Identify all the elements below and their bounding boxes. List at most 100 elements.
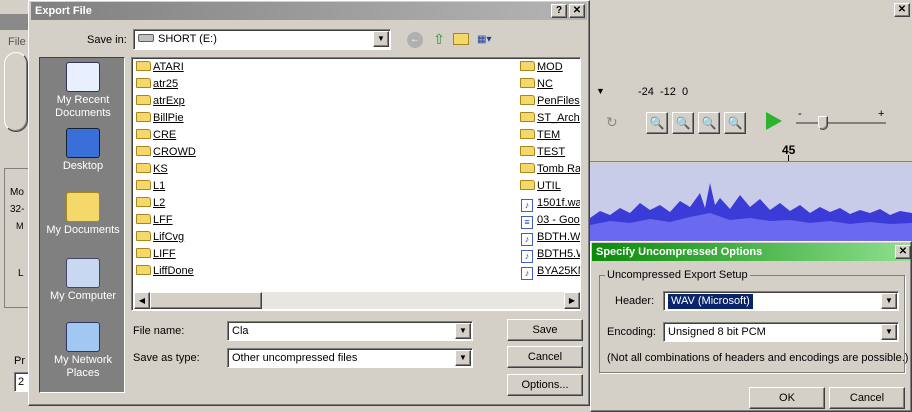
file-list-item-name: TEM: [537, 129, 561, 141]
file-list-item-name: ATARI: [153, 61, 184, 73]
folder-icon: [136, 146, 151, 156]
file-list-item-name: 03 - Goo: [537, 214, 580, 226]
encoding-select[interactable]: Unsigned 8 bit PCM ▼: [663, 322, 899, 342]
place-my-documents[interactable]: My Documents: [40, 192, 126, 237]
up-folder-icon[interactable]: ⇧: [431, 31, 447, 47]
file-list-item-name: atrExp: [153, 95, 185, 107]
file-list-item[interactable]: KS: [134, 161, 314, 178]
app-close-button[interactable]: ✕: [894, 3, 910, 17]
folder-icon: [136, 265, 151, 275]
redo-icon[interactable]: ↻: [606, 114, 618, 131]
file-list-item-name: CRE: [153, 129, 177, 141]
zoom-fit-icon[interactable]: 🔍: [698, 112, 720, 134]
track-info-text: M: [16, 221, 24, 231]
file-list-item[interactable]: ≡ 03 - Goo: [518, 212, 580, 229]
audio-file-icon: ♪: [521, 267, 533, 280]
file-list-item[interactable]: ATARI: [134, 59, 314, 76]
save-as-type-select[interactable]: Other uncompressed files ▼: [227, 348, 473, 368]
uncompressed-cancel-button[interactable]: Cancel: [829, 387, 905, 409]
ok-button[interactable]: OK: [749, 387, 825, 409]
file-list-item[interactable]: ♪ BDTH5.W: [518, 246, 580, 263]
file-list-item[interactable]: TEST: [518, 144, 580, 161]
horizontal-scrollbar[interactable]: ◀ ▶: [134, 292, 580, 309]
waveform: [590, 183, 912, 243]
file-list-item[interactable]: LFF: [134, 212, 314, 229]
timeline-ruler[interactable]: 45: [590, 140, 912, 162]
file-list-item[interactable]: LIFF: [134, 246, 314, 263]
file-list-item[interactable]: LiffDone: [134, 263, 314, 280]
file-list-item[interactable]: ♪ 1501f.wa: [518, 195, 580, 212]
meter-dropdown-icon[interactable]: ▼: [596, 86, 605, 96]
place-my-computer[interactable]: My Computer: [40, 258, 126, 303]
file-list-item[interactable]: Tomb Rai: [518, 161, 581, 178]
place-desktop[interactable]: Desktop: [40, 128, 126, 173]
file-list-item[interactable]: PenFiles: [518, 93, 580, 110]
uncompressed-close-button[interactable]: ✕: [895, 245, 911, 259]
project-rate-label: Pr: [14, 355, 25, 367]
file-list-item[interactable]: CRE: [134, 127, 314, 144]
file-list-item[interactable]: BillPie: [134, 110, 314, 127]
file-list-item-name: CROWD: [153, 146, 196, 158]
new-folder-icon[interactable]: [453, 33, 469, 45]
save-button[interactable]: Save: [507, 319, 583, 341]
file-list-item[interactable]: L2: [134, 195, 314, 212]
help-button[interactable]: ?: [551, 4, 567, 18]
file-list-item[interactable]: MOD: [518, 59, 580, 76]
file-list-item-name: Tomb Rai: [537, 163, 581, 175]
header-dropdown-icon[interactable]: ▼: [881, 293, 897, 309]
save-in-combo[interactable]: SHORT (E:) ▼: [133, 29, 391, 50]
folder-icon: [520, 129, 535, 139]
file-list-item[interactable]: CROWD: [134, 144, 314, 161]
file-list-item[interactable]: LifCvg: [134, 229, 314, 246]
export-dialog-title: Export File: [35, 5, 92, 17]
audio-file-icon: ♪: [521, 250, 533, 263]
file-list-item[interactable]: L1: [134, 178, 314, 195]
file-list-item[interactable]: atrExp: [134, 93, 314, 110]
header-select[interactable]: WAV (Microsoft) ▼: [663, 291, 899, 311]
play-at-speed-icon[interactable]: [766, 112, 782, 130]
meter-toolbar: ▼ -24 -12 0: [590, 78, 912, 104]
file-list[interactable]: ATARI atr25 atrExp BillPie CRE CROWD KS L1 L2 LFF…: [131, 57, 581, 311]
back-icon[interactable]: ←: [407, 32, 423, 48]
zoom-sel-icon[interactable]: 🔍: [724, 112, 746, 134]
track-area[interactable]: [590, 163, 912, 243]
file-list-item-name: ST_Archiv: [537, 112, 580, 124]
options-button[interactable]: Options...: [507, 374, 583, 396]
speed-slider-thumb[interactable]: [818, 116, 828, 130]
scroll-left-button[interactable]: ◀: [134, 292, 150, 309]
file-list-item[interactable]: ♪ BYA25KM: [518, 263, 580, 280]
place-recent[interactable]: My Recent Documents: [40, 62, 126, 120]
file-list-item[interactable]: NC: [518, 76, 580, 93]
zoom-out-icon[interactable]: 🔍: [672, 112, 694, 134]
view-menu-icon[interactable]: ▦▾: [477, 32, 499, 47]
close-button[interactable]: ✕: [569, 4, 585, 18]
menu-file[interactable]: File: [8, 36, 26, 48]
file-list-item[interactable]: TEM: [518, 127, 580, 144]
file-name-dropdown-icon[interactable]: ▼: [455, 323, 471, 339]
zoom-in-icon[interactable]: 🔍: [646, 112, 668, 134]
folder-icon: [520, 61, 535, 71]
file-list-item-name: KS: [153, 163, 168, 175]
header-value: WAV (Microsoft): [668, 294, 753, 309]
cancel-button[interactable]: Cancel: [507, 346, 583, 368]
folder-icon: [136, 231, 151, 241]
audio-file-icon: ♪: [521, 199, 533, 212]
file-list-item[interactable]: ♪ BDTH.WA: [518, 229, 580, 246]
file-list-item[interactable]: UTIL: [518, 178, 580, 195]
file-list-item[interactable]: ST_Archiv: [518, 110, 580, 127]
scroll-right-button[interactable]: ▶: [564, 292, 580, 309]
save-in-dropdown-icon[interactable]: ▼: [373, 31, 389, 47]
folder-icon: [520, 163, 535, 173]
header-label: Header:: [615, 295, 655, 307]
timeline-tick: [788, 155, 789, 161]
file-list-item[interactable]: atr25: [134, 76, 314, 93]
save-as-type-dropdown-icon[interactable]: ▼: [455, 350, 471, 366]
place-network[interactable]: My Network Places: [40, 322, 126, 380]
file-list-item-name: BYA25KM: [537, 265, 580, 277]
scroll-thumb[interactable]: [150, 292, 262, 309]
speed-slider-plus: +: [878, 108, 885, 120]
folder-icon: [520, 112, 535, 122]
file-name-input[interactable]: Cla ▼: [227, 321, 473, 341]
folder-icon: [136, 197, 151, 207]
encoding-dropdown-icon[interactable]: ▼: [881, 324, 897, 340]
